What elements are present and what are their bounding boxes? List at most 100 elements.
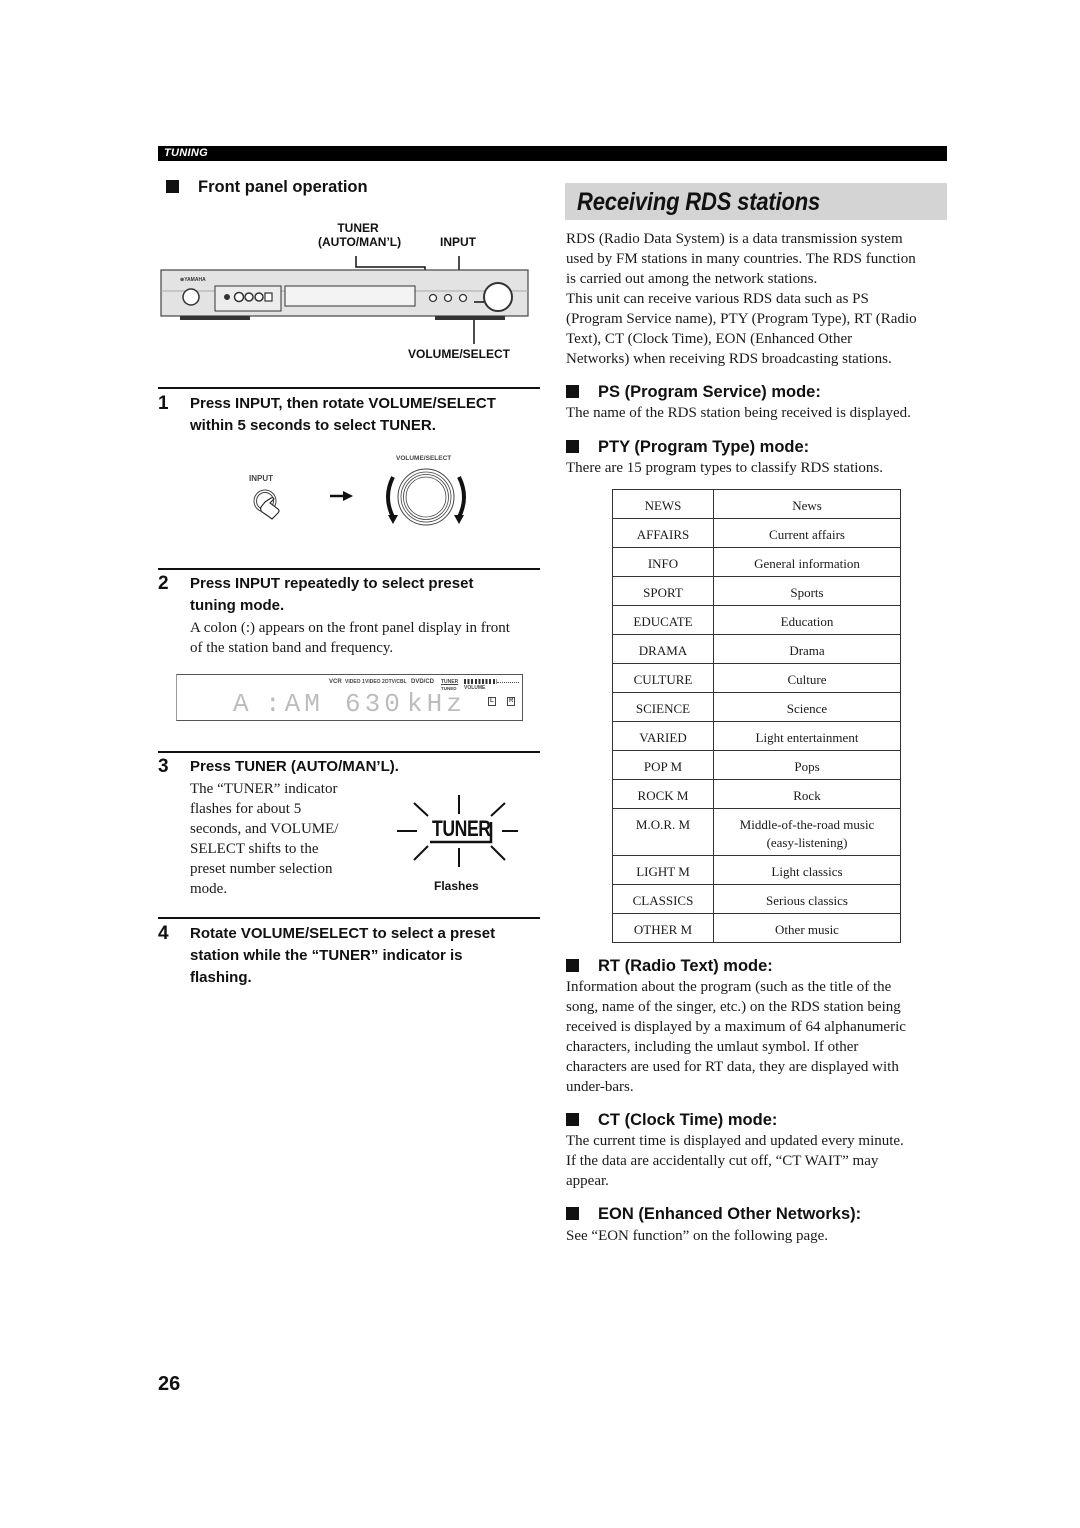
description-line: General information bbox=[754, 556, 860, 571]
description-line: Light entertainment bbox=[755, 730, 859, 745]
section-header-bar: TUNING bbox=[158, 146, 947, 161]
rt-body-line: received is displayed by a maximum of 64… bbox=[566, 1019, 906, 1035]
intro-line: Networks) when receiving RDS broadcastin… bbox=[566, 351, 892, 367]
step-2-body: A colon (:) appears on the front panel d… bbox=[190, 618, 510, 658]
step-3-body-line: mode. bbox=[190, 881, 228, 897]
table-row: POP M Pops bbox=[612, 750, 901, 780]
display-window bbox=[284, 285, 416, 307]
right-arrow-icon bbox=[330, 491, 353, 501]
step-4-title-line3: flashing. bbox=[190, 969, 252, 986]
table-row: VARIED Light entertainment bbox=[612, 721, 901, 751]
step-1-title-line1: Press INPUT, then rotate VOLUME/SELECT bbox=[190, 395, 496, 412]
program-type-code: NEWS bbox=[612, 489, 714, 519]
table-row: CULTURE Culture bbox=[612, 663, 901, 693]
table-row: INFO General information bbox=[612, 547, 901, 577]
description-line: Other music bbox=[775, 922, 839, 937]
ct-mode-heading: CT (Clock Time) mode: bbox=[566, 1110, 777, 1130]
program-type-code: EDUCATE bbox=[612, 605, 714, 635]
callout-tuner: TUNER (AUTO/MAN’L) bbox=[318, 221, 401, 249]
description-line: (easy-listening) bbox=[766, 835, 848, 850]
input-indicator-dtv-cbl: DTV/CBL bbox=[385, 679, 407, 685]
foot-right bbox=[435, 316, 505, 320]
ps-mode-heading: PS (Program Service) mode: bbox=[566, 382, 821, 402]
pty-mode-body: There are 15 program types to classify R… bbox=[566, 460, 884, 476]
front-panel-illustration: ⊛YAMAHA bbox=[160, 256, 529, 344]
headphone-jack bbox=[224, 294, 230, 300]
program-type-code: DRAMA bbox=[612, 634, 714, 664]
program-type-code: CLASSICS bbox=[612, 884, 714, 914]
intro-line: used by FM stations in many countries. T… bbox=[566, 251, 916, 267]
ps-mode-body: The name of the RDS station being receiv… bbox=[566, 405, 911, 421]
volume-knob-icon bbox=[397, 468, 455, 526]
flashes-caption: Flashes bbox=[434, 879, 479, 893]
step-3-title: Press TUNER (AUTO/MAN’L). bbox=[190, 758, 399, 775]
table-row: AFFAIRS Current affairs bbox=[612, 518, 901, 548]
rt-body-line: song, name of the singer, etc.) on the R… bbox=[566, 999, 901, 1015]
program-type-code: LIGHT M bbox=[612, 855, 714, 885]
step-2-body-line2: of the station band and frequency. bbox=[190, 640, 394, 656]
program-type-description: Light entertainment bbox=[713, 721, 901, 751]
program-type-code: AFFAIRS bbox=[612, 518, 714, 548]
table-row: CLASSICS Serious classics bbox=[612, 884, 901, 914]
front-panel-display: VCR VIDEO 1 VIDEO 2 DTV/CBL DVD/CD TUNER… bbox=[176, 674, 523, 721]
step-3-body-line: preset number selection bbox=[190, 861, 333, 877]
left-channel-indicator: L bbox=[488, 697, 496, 706]
program-type-description: Middle-of-the-road music (easy-listening) bbox=[713, 808, 901, 856]
step-4-number: 4 bbox=[158, 923, 169, 944]
table-row: SCIENCE Science bbox=[612, 692, 901, 722]
description-line: News bbox=[792, 498, 822, 513]
section-title-box: Receiving RDS stations bbox=[565, 183, 947, 220]
description-line: Culture bbox=[787, 672, 827, 687]
step-3-body-line: The “TUNER” indicator bbox=[190, 781, 338, 797]
program-type-description: Sports bbox=[713, 576, 901, 606]
section-title: Receiving RDS stations bbox=[577, 188, 821, 216]
rt-mode-body: Information about the program (such as t… bbox=[566, 977, 906, 1097]
program-type-table: NEWS News AFFAIRS Current affairs INFO Genera… bbox=[612, 489, 901, 943]
table-row: ROCK M Rock bbox=[612, 779, 901, 809]
square-bullet-icon bbox=[566, 440, 579, 453]
table-row: OTHER M Other music bbox=[612, 913, 901, 943]
intro-line: is carried out among the network station… bbox=[566, 271, 818, 287]
heading-text: CT (Clock Time) mode: bbox=[598, 1111, 778, 1129]
table-row: SPORT Sports bbox=[612, 576, 901, 606]
intro-line: This unit can receive various RDS data s… bbox=[566, 291, 869, 307]
ct-body-line: The current time is displayed and update… bbox=[566, 1133, 904, 1149]
program-type-description: Science bbox=[713, 692, 901, 722]
program-type-code: ROCK M bbox=[612, 779, 714, 809]
step-4-title-line2: station while the “TUNER” indicator is bbox=[190, 947, 463, 964]
step-3-body-line: seconds, and VOLUME/ bbox=[190, 821, 339, 837]
description-line: Education bbox=[780, 614, 834, 629]
program-type-description: News bbox=[713, 489, 901, 519]
eon-body: See “EON function” on the following page… bbox=[566, 1228, 829, 1244]
intro-line: (Program Service name), PTY (Program Typ… bbox=[566, 311, 917, 327]
divider-rule bbox=[158, 917, 540, 919]
program-type-code: CULTURE bbox=[612, 663, 714, 693]
heading-text: PTY (Program Type) mode: bbox=[598, 438, 810, 456]
rt-mode-heading: RT (Radio Text) mode: bbox=[566, 956, 773, 976]
input-indicator-video1: VIDEO 1 bbox=[345, 679, 365, 685]
divider-rule bbox=[158, 387, 540, 389]
heading-text: PS (Program Service) mode: bbox=[598, 383, 821, 401]
step-4-title: Rotate VOLUME/SELECT to select a preset … bbox=[190, 923, 495, 989]
display-frequency: 630 bbox=[345, 689, 404, 719]
volume-knob bbox=[483, 282, 513, 312]
callout-input: INPUT bbox=[440, 235, 476, 249]
program-type-code: OTHER M bbox=[612, 913, 714, 943]
heading-text: RT (Radio Text) mode: bbox=[598, 957, 773, 975]
program-type-description: General information bbox=[713, 547, 901, 577]
program-type-code: M.O.R. M bbox=[612, 808, 714, 856]
front-panel-heading: Front panel operation bbox=[166, 177, 368, 197]
input-indicator-vcr: VCR bbox=[329, 679, 342, 685]
volume-bar-tail bbox=[497, 682, 519, 683]
power-button bbox=[182, 288, 200, 306]
step-2-title-line2: tuning mode. bbox=[190, 597, 285, 614]
description-line: Middle-of-the-road music bbox=[739, 817, 875, 832]
table-row: DRAMA Drama bbox=[612, 634, 901, 664]
program-type-code: SCIENCE bbox=[612, 692, 714, 722]
description-line: Current affairs bbox=[769, 527, 845, 542]
heading-text: EON (Enhanced Other Networks): bbox=[598, 1205, 862, 1223]
step-2-title-line1: Press INPUT repeatedly to select preset bbox=[190, 575, 474, 592]
program-type-description: Other music bbox=[713, 913, 901, 943]
table-row: LIGHT M Light classics bbox=[612, 855, 901, 885]
display-preset-letter: A bbox=[233, 689, 253, 719]
